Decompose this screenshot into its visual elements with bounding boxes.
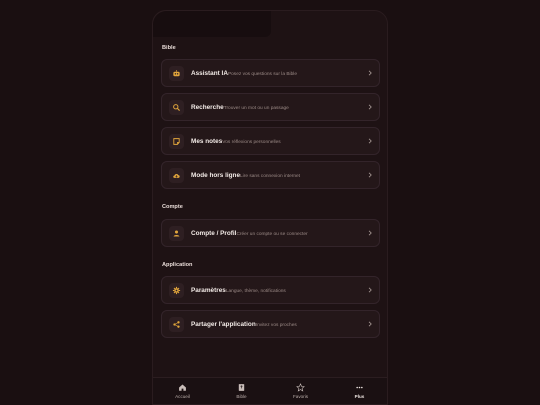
nav-label: Plus	[354, 394, 365, 399]
chevron-right-icon	[368, 287, 372, 293]
menu-item-title: Partager l'application	[191, 320, 256, 328]
menu-item-subtitle: Invitez vos proches	[255, 322, 297, 328]
more-icon	[356, 386, 363, 389]
menu-item-mes-notes[interactable]: Mes notes Vos réflexions personnelles	[161, 127, 380, 155]
bottom-navigation: Accueil Bible Favoris Plus	[153, 377, 387, 404]
phone-screen: Bible Assistant IA Posez vos questions s…	[152, 10, 388, 405]
menu-item-parametres[interactable]: Paramètres Langue, thème, notifications	[161, 276, 380, 304]
menu-item-title: Recherche	[191, 103, 224, 111]
menu-item-subtitle: Posez vos questions sur la Bible	[227, 71, 297, 77]
nav-tab-favoris[interactable]: Favoris	[271, 378, 330, 404]
robot-icon	[169, 65, 184, 81]
nav-tab-bible[interactable]: Bible	[212, 378, 271, 404]
menu-item-compte-profil[interactable]: Compte / Profil Créer un compte ou se co…	[161, 219, 380, 247]
chevron-right-icon	[368, 70, 372, 76]
chevron-right-icon	[368, 230, 372, 236]
menu-item-subtitle: Lire sans connexion internet	[240, 173, 300, 179]
chevron-right-icon	[368, 104, 372, 110]
menu-item-title: Assistant IA	[191, 69, 228, 77]
note-icon	[169, 133, 184, 149]
section-title-bible: Bible	[162, 45, 176, 51]
chevron-right-icon	[368, 321, 372, 327]
chevron-right-icon	[368, 138, 372, 144]
nav-tab-plus[interactable]: Plus	[330, 378, 387, 404]
person-icon	[169, 225, 184, 241]
menu-item-title: Mode hors ligne	[191, 171, 240, 179]
star-icon	[296, 383, 305, 392]
book-icon	[238, 384, 245, 391]
nav-label: Bible	[236, 394, 247, 399]
section-title-compte: Compte	[162, 204, 183, 210]
home-icon	[179, 384, 186, 391]
menu-item-title: Paramètres	[191, 286, 226, 294]
menu-item-mode-hors-ligne[interactable]: Mode hors ligne Lire sans connexion inte…	[161, 161, 380, 189]
menu-item-assistant-ia[interactable]: Assistant IA Posez vos questions sur la …	[161, 59, 380, 87]
nav-tab-accueil[interactable]: Accueil	[153, 378, 212, 404]
top-bar	[153, 11, 271, 37]
cloud-download-icon	[169, 167, 184, 183]
chevron-right-icon	[368, 172, 372, 178]
menu-item-subtitle: Vos réflexions personnelles	[222, 139, 281, 145]
share-icon	[169, 316, 184, 332]
menu-item-partager[interactable]: Partager l'application Invitez vos proch…	[161, 310, 380, 338]
menu-item-subtitle: Langue, thème, notifications	[225, 288, 286, 294]
menu-item-title: Mes notes	[191, 137, 223, 145]
menu-item-subtitle: Créer un compte ou se connecter	[236, 231, 308, 237]
menu-item-title: Compte / Profil	[191, 229, 237, 237]
gear-icon	[169, 282, 184, 298]
nav-label: Favoris	[292, 394, 309, 399]
search-icon	[169, 99, 184, 115]
menu-item-recherche[interactable]: Recherche Trouver un mot ou un passage	[161, 93, 380, 121]
nav-label: Accueil	[175, 394, 190, 399]
menu-item-subtitle: Trouver un mot ou un passage	[223, 105, 289, 111]
section-title-application: Application	[162, 262, 193, 268]
